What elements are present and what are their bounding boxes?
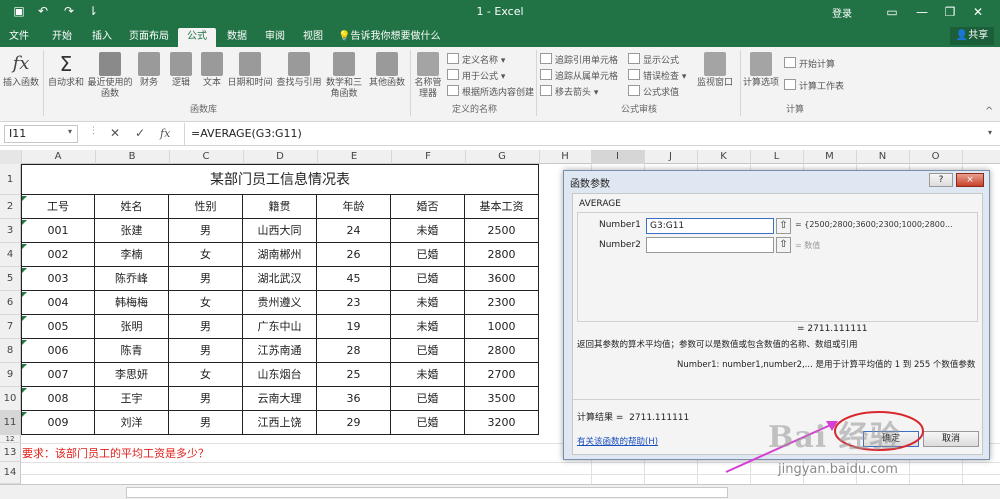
table-cell[interactable]: 009 [21, 411, 95, 435]
table-cell[interactable]: 24 [317, 219, 391, 243]
table-cell[interactable]: 008 [21, 387, 95, 411]
table-cell[interactable]: 005 [21, 315, 95, 339]
error-indicator-icon [22, 196, 27, 201]
table-cell[interactable]: 28 [317, 339, 391, 363]
table-cell[interactable]: 男 [169, 219, 243, 243]
error-indicator-icon [22, 220, 27, 225]
error-indicator-icon [22, 316, 27, 321]
table-cell[interactable]: 2500 [465, 219, 539, 243]
error-indicator-icon [22, 292, 27, 297]
table-cell[interactable]: 贵州遵义 [243, 291, 317, 315]
error-indicator-icon [22, 388, 27, 393]
table-cell[interactable]: 已婚 [391, 387, 465, 411]
table-cell[interactable]: 3600 [465, 267, 539, 291]
table-header-cell[interactable]: 年龄 [317, 195, 391, 219]
table-cell[interactable]: 19 [317, 315, 391, 339]
table-cell[interactable]: 25 [317, 363, 391, 387]
table-cell[interactable]: 2800 [465, 339, 539, 363]
table-cell[interactable]: 未婚 [391, 219, 465, 243]
error-indicator-icon [22, 340, 27, 345]
table-cell[interactable]: 男 [169, 267, 243, 291]
table-cell[interactable]: 未婚 [391, 315, 465, 339]
error-indicator-icon [22, 268, 27, 273]
table-cell[interactable]: 山东烟台 [243, 363, 317, 387]
table-cell[interactable]: 云南大理 [243, 387, 317, 411]
table-cell[interactable]: 45 [317, 267, 391, 291]
table-cell[interactable]: 已婚 [391, 411, 465, 435]
table-cell[interactable]: 未婚 [391, 363, 465, 387]
table-cell[interactable]: 3200 [465, 411, 539, 435]
error-indicator-icon [22, 244, 27, 249]
table-cell[interactable]: 29 [317, 411, 391, 435]
table-cell[interactable]: 男 [169, 387, 243, 411]
table-cell[interactable]: 36 [317, 387, 391, 411]
table-cell[interactable]: 湖南郴州 [243, 243, 317, 267]
table-cell[interactable]: 韩梅梅 [95, 291, 169, 315]
horizontal-scrollbar[interactable] [126, 487, 728, 498]
table-cell[interactable]: 江西上饶 [243, 411, 317, 435]
table-cell[interactable]: 已婚 [391, 267, 465, 291]
table-cell[interactable]: 男 [169, 315, 243, 339]
table-header-cell[interactable]: 性别 [169, 195, 243, 219]
table-cell[interactable]: 陈乔峰 [95, 267, 169, 291]
table-cell[interactable]: 李思妍 [95, 363, 169, 387]
error-indicator-icon [22, 412, 27, 417]
table-cell[interactable]: 张建 [95, 219, 169, 243]
error-indicator-icon [22, 364, 27, 369]
table-cell[interactable]: 广东中山 [243, 315, 317, 339]
table-cell[interactable]: 2800 [465, 243, 539, 267]
table-cell[interactable]: 未婚 [391, 291, 465, 315]
table-cell[interactable]: 006 [21, 339, 95, 363]
table-cell[interactable]: 007 [21, 363, 95, 387]
table-cell[interactable]: 女 [169, 243, 243, 267]
table-cell[interactable]: 湖北武汉 [243, 267, 317, 291]
table-cell[interactable]: 003 [21, 267, 95, 291]
table-header-cell[interactable]: 工号 [21, 195, 95, 219]
table-cell[interactable]: 女 [169, 291, 243, 315]
table-cell[interactable]: 26 [317, 243, 391, 267]
watermark-url: jingyan.baidu.com [778, 462, 898, 477]
table-header-cell[interactable]: 籍贯 [243, 195, 317, 219]
table-cell[interactable]: 已婚 [391, 339, 465, 363]
table-cell[interactable]: 刘洋 [95, 411, 169, 435]
table-cell[interactable]: 陈青 [95, 339, 169, 363]
table-cell[interactable]: 男 [169, 339, 243, 363]
table-cell[interactable]: 江苏南通 [243, 339, 317, 363]
table-cell[interactable]: 002 [21, 243, 95, 267]
table-cell[interactable]: 2700 [465, 363, 539, 387]
table-cell[interactable]: 女 [169, 363, 243, 387]
table-cell[interactable]: 004 [21, 291, 95, 315]
table-cell[interactable]: 23 [317, 291, 391, 315]
table-cell[interactable]: 1000 [465, 315, 539, 339]
table-cell[interactable]: 山西大同 [243, 219, 317, 243]
table-cell[interactable]: 2300 [465, 291, 539, 315]
table-header-cell[interactable]: 基本工资 [465, 195, 539, 219]
table-cell[interactable]: 李楠 [95, 243, 169, 267]
table-cell[interactable]: 张明 [95, 315, 169, 339]
table-cell[interactable]: 男 [169, 411, 243, 435]
table-cell[interactable]: 已婚 [391, 243, 465, 267]
sheet-tab-bar [0, 484, 1000, 499]
table-header-cell[interactable]: 姓名 [95, 195, 169, 219]
table-cell[interactable]: 王宇 [95, 387, 169, 411]
table-cell[interactable]: 001 [21, 219, 95, 243]
watermark-logo: Bai 经验 [768, 420, 901, 455]
table-header-cell[interactable]: 婚否 [391, 195, 465, 219]
table-cell[interactable]: 3500 [465, 387, 539, 411]
